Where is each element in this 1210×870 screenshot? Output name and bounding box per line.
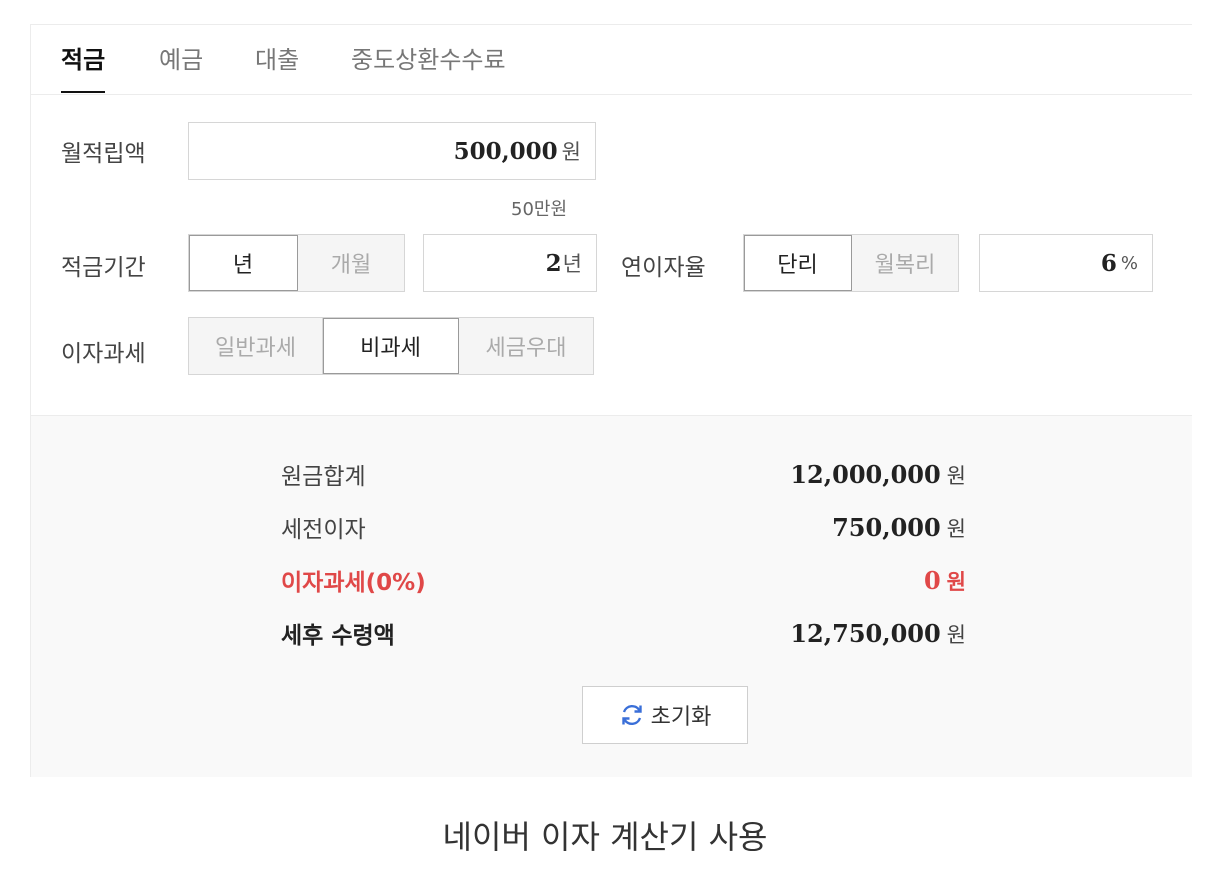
after-tax-unit: 원 bbox=[946, 623, 966, 647]
pretax-interest-unit: 원 bbox=[946, 517, 966, 541]
pretax-interest-label: 세전이자 bbox=[281, 517, 366, 543]
period-option-year[interactable]: 년 bbox=[189, 235, 298, 291]
after-tax-amount: 12,750,000 bbox=[790, 619, 941, 648]
principal-total-value: 12,000,000 원 bbox=[790, 460, 966, 491]
refresh-icon bbox=[621, 704, 642, 726]
monthly-deposit-unit: 원 bbox=[561, 140, 581, 164]
after-tax-label: 세후 수령액 bbox=[281, 623, 395, 649]
rate-label: 연이자율 bbox=[621, 255, 706, 281]
monthly-deposit-hint: 50만원 bbox=[511, 199, 568, 220]
pretax-interest-value: 750,000 원 bbox=[832, 513, 966, 544]
pretax-interest-amount: 750,000 bbox=[832, 513, 941, 542]
interest-tax-amount: 0 bbox=[923, 566, 941, 595]
monthly-deposit-value: 500,000 bbox=[453, 137, 558, 165]
period-label: 적금기간 bbox=[61, 255, 146, 281]
principal-total-unit: 원 bbox=[946, 464, 966, 488]
rate-value: 6 bbox=[1100, 249, 1117, 277]
rate-option-simple[interactable]: 단리 bbox=[744, 235, 852, 291]
tax-type-toggle: 일반과세 비과세 세금우대 bbox=[188, 317, 594, 375]
rate-unit: % bbox=[1120, 252, 1138, 274]
monthly-deposit-input[interactable]: 500,000 원 bbox=[188, 122, 596, 180]
image-caption: 네이버 이자 계산기 사용 bbox=[442, 818, 768, 856]
period-unit-toggle: 년 개월 bbox=[188, 234, 405, 292]
period-unit: 년 bbox=[562, 252, 582, 276]
tab-bar: 적금 예금 대출 중도상환수수료 bbox=[31, 25, 1192, 95]
reset-button-label: 초기화 bbox=[650, 705, 712, 730]
principal-total-label: 원금합계 bbox=[281, 464, 366, 490]
tax-option-preferential[interactable]: 세금우대 bbox=[459, 318, 593, 374]
tax-label: 이자과세 bbox=[61, 341, 146, 367]
reset-button[interactable]: 초기화 bbox=[582, 686, 748, 744]
interest-tax-unit: 원 bbox=[946, 570, 966, 594]
after-tax-value: 12,750,000 원 bbox=[790, 619, 966, 650]
monthly-deposit-label: 월적립액 bbox=[61, 141, 146, 167]
period-option-month[interactable]: 개월 bbox=[298, 235, 404, 291]
interest-tax-value: 0원 bbox=[924, 566, 966, 597]
interest-tax-label: 이자과세(0%) bbox=[281, 570, 426, 596]
rate-input[interactable]: 6 % bbox=[979, 234, 1153, 292]
tax-option-tax-free[interactable]: 비과세 bbox=[323, 318, 459, 374]
tab-savings[interactable]: 적금 bbox=[61, 45, 106, 93]
period-value: 2 bbox=[545, 249, 562, 277]
result-panel: 원금합계 12,000,000 원 세전이자 750,000 원 이자과세(0%) … bbox=[31, 415, 1192, 777]
tab-deposit[interactable]: 예금 bbox=[159, 45, 203, 93]
period-input[interactable]: 2 년 bbox=[423, 234, 597, 292]
tax-option-general[interactable]: 일반과세 bbox=[189, 318, 323, 374]
tab-prepayment-fee[interactable]: 중도상환수수료 bbox=[351, 45, 506, 93]
principal-total-amount: 12,000,000 bbox=[790, 460, 941, 489]
tab-loan[interactable]: 대출 bbox=[255, 45, 299, 93]
calculator-card: 적금 예금 대출 중도상환수수료 월적립액 500,000 원 50만원 적금기… bbox=[30, 24, 1192, 777]
rate-type-toggle: 단리 월복리 bbox=[743, 234, 959, 292]
rate-option-monthly-compound[interactable]: 월복리 bbox=[852, 235, 958, 291]
